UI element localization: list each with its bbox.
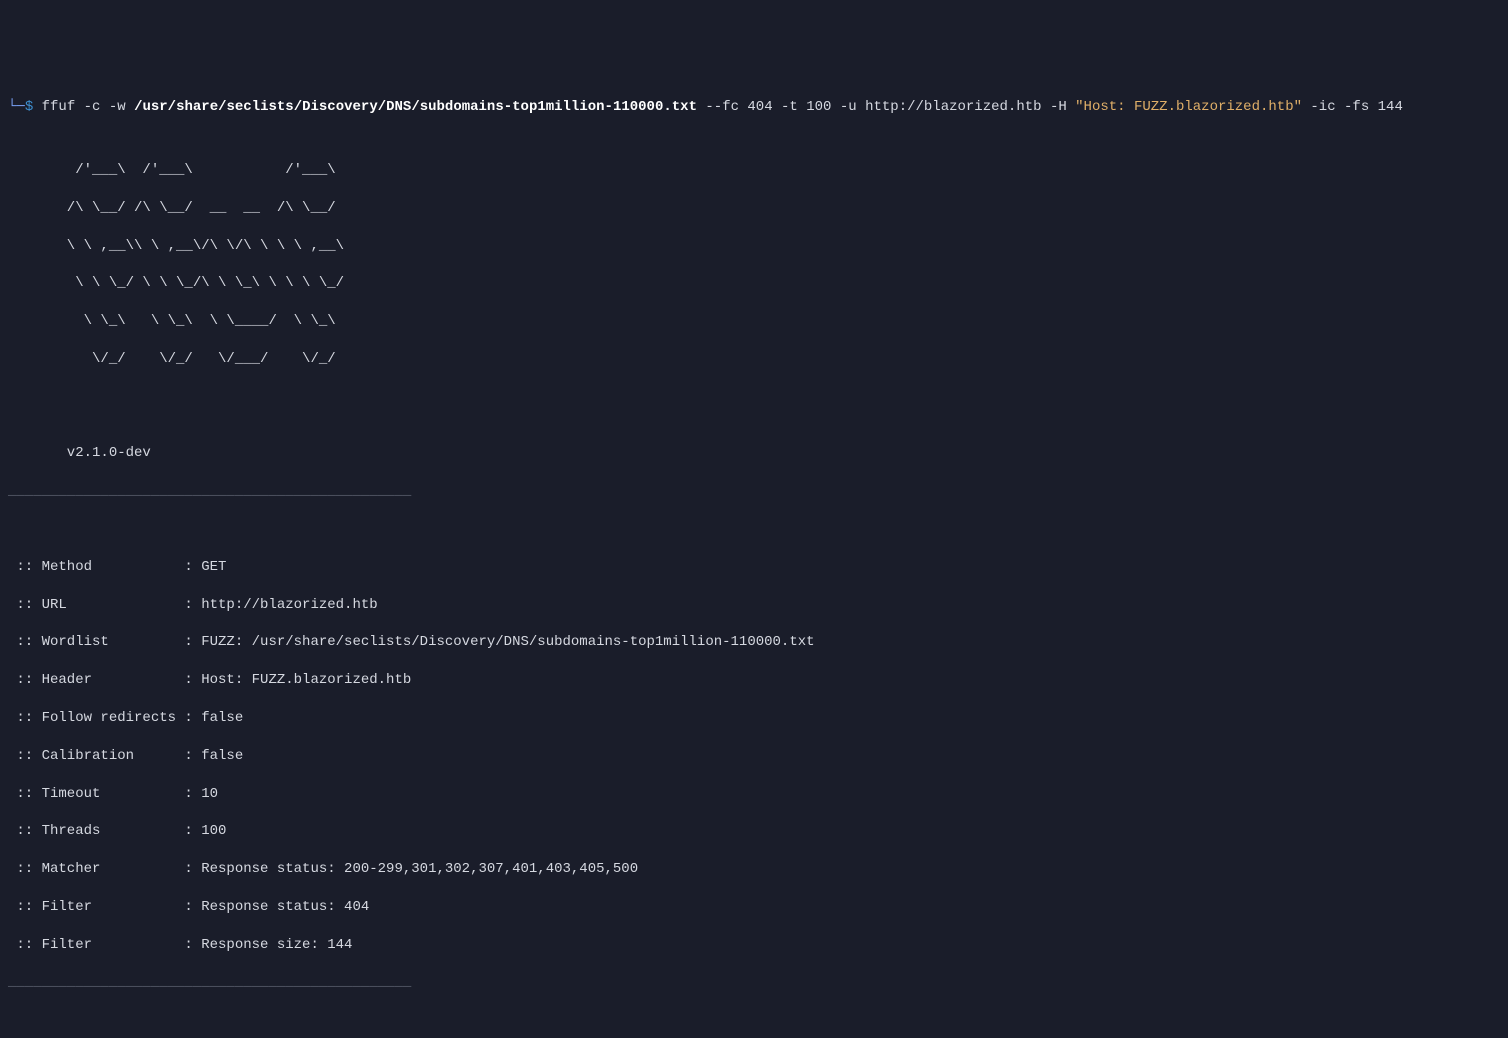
- blank-line: [8, 1011, 1500, 1030]
- flag-H: -H: [1050, 99, 1067, 115]
- header-value: "Host: FUZZ.blazorized.htb": [1075, 99, 1302, 115]
- config-filter-status: :: Filter : Response status: 404: [8, 898, 1500, 917]
- ascii-line-3: \ \ ,__\\ \ ,__\/\ \/\ \ \ \ ,__\: [8, 237, 1500, 256]
- flag-fc: --fc: [705, 99, 739, 115]
- flag-u: -u: [840, 99, 857, 115]
- config-follow: :: Follow redirects : false: [8, 709, 1500, 728]
- config-threads: :: Threads : 100: [8, 822, 1500, 841]
- config-calibration: :: Calibration : false: [8, 747, 1500, 766]
- terminal-output: └─$ ffuf -c -w /usr/share/seclists/Disco…: [8, 80, 1500, 1038]
- flag-w: -w: [109, 99, 126, 115]
- blank-line: [8, 407, 1500, 426]
- fc-value: 404: [747, 99, 772, 115]
- wordlist-path: /usr/share/seclists/Discovery/DNS/subdom…: [134, 99, 697, 115]
- config-url: :: URL : http://blazorized.htb: [8, 596, 1500, 615]
- config-header: :: Header : Host: FUZZ.blazorized.htb: [8, 671, 1500, 690]
- ascii-line-2: /\ \__/ /\ \__/ __ __ /\ \__/: [8, 199, 1500, 218]
- prompt-corner: └─: [8, 99, 25, 115]
- config-matcher: :: Matcher : Response status: 200-299,30…: [8, 860, 1500, 879]
- ffuf-banner: /'___\ /'___\ /'___\ /\ \__/ /\ \__/ __ …: [8, 142, 1500, 388]
- prompt-dollar: $: [25, 99, 33, 115]
- ascii-line-5: \ \_\ \ \_\ \ \____/ \ \_\: [8, 312, 1500, 331]
- fs-value: 144: [1378, 99, 1403, 115]
- config-filter-size: :: Filter : Response size: 144: [8, 936, 1500, 955]
- ascii-line-1: /'___\ /'___\ /'___\: [8, 161, 1500, 180]
- target-url: http://blazorized.htb: [865, 99, 1041, 115]
- t-value: 100: [806, 99, 831, 115]
- flag-fs: -fs: [1344, 99, 1369, 115]
- config-timeout: :: Timeout : 10: [8, 785, 1500, 804]
- separator-top: ________________________________________…: [8, 482, 1500, 501]
- version-label: v2.1.0-dev: [8, 444, 1500, 463]
- flag-c: -c: [84, 99, 101, 115]
- command-line[interactable]: └─$ ffuf -c -w /usr/share/seclists/Disco…: [8, 98, 1500, 117]
- ascii-line-4: \ \ \_/ \ \ \_/\ \ \_\ \ \ \ \_/: [8, 274, 1500, 293]
- config-method: :: Method : GET: [8, 558, 1500, 577]
- blank-line: [8, 520, 1500, 539]
- command-name: ffuf: [42, 99, 76, 115]
- flag-ic: -ic: [1310, 99, 1335, 115]
- config-wordlist: :: Wordlist : FUZZ: /usr/share/seclists/…: [8, 633, 1500, 652]
- ascii-line-6: \/_/ \/_/ \/___/ \/_/: [8, 350, 1500, 369]
- flag-t: -t: [781, 99, 798, 115]
- separator-bottom: ________________________________________…: [8, 973, 1500, 992]
